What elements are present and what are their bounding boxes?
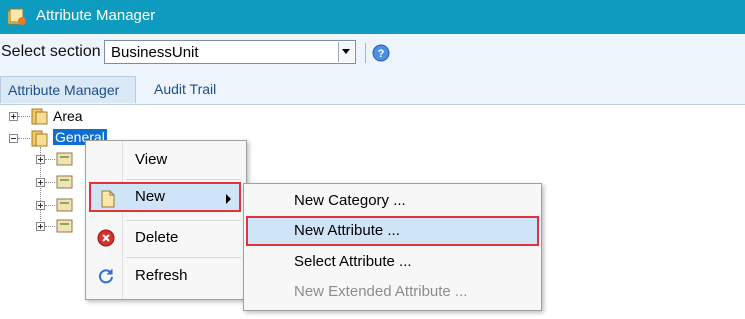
menu-item-label: New Extended Attribute ... [294, 283, 468, 300]
new-submenu: New Category ... New Attribute ... Selec… [243, 183, 542, 311]
menu-item-new-category[interactable]: New Category ... [246, 186, 539, 216]
tree-connector [45, 226, 55, 227]
context-menu: View New Delete Refresh [85, 140, 247, 300]
dropdown-arrow-icon[interactable] [338, 42, 354, 62]
category-icon [56, 174, 74, 190]
category-icon [56, 197, 74, 213]
expand-icon[interactable] [36, 222, 45, 231]
category-icon [56, 151, 74, 167]
tab-audit-trail[interactable]: Audit Trail [147, 76, 247, 103]
section-toolbar: Select section BusinessUnit ? [0, 34, 745, 73]
toolbar-separator [365, 43, 366, 63]
menu-item-new-attribute[interactable]: New Attribute ... [246, 216, 539, 246]
collapse-icon[interactable] [9, 134, 18, 143]
menu-divider [126, 179, 241, 180]
tree-connector [18, 116, 30, 117]
new-document-icon [99, 190, 117, 208]
tree-connector [45, 205, 55, 206]
menu-item-view[interactable]: View [89, 145, 241, 175]
title-bar: Attribute Manager [0, 0, 745, 34]
menu-item-select-attribute[interactable]: Select Attribute ... [246, 247, 539, 277]
menu-item-label: View [135, 151, 168, 168]
tab-label: Attribute Manager [8, 82, 120, 98]
expand-icon[interactable] [36, 178, 45, 187]
window-title: Attribute Manager [36, 7, 156, 24]
tab-label: Audit Trail [154, 81, 217, 97]
expand-icon[interactable] [36, 201, 45, 210]
help-icon[interactable]: ? [372, 44, 390, 62]
category-icon [56, 218, 74, 234]
tab-attribute-manager[interactable]: Attribute Manager [0, 76, 136, 103]
menu-item-label: Select Attribute ... [294, 253, 412, 270]
expand-icon[interactable] [36, 155, 45, 164]
tree-connector [45, 182, 55, 183]
menu-item-label: Refresh [135, 267, 188, 284]
svg-text:?: ? [378, 48, 385, 60]
menu-item-refresh[interactable]: Refresh [89, 261, 241, 291]
menu-item-new-extended-attribute: New Extended Attribute ... [246, 277, 539, 307]
menu-divider [126, 220, 241, 221]
delete-icon [97, 229, 115, 247]
menu-item-label: New [135, 188, 166, 205]
menu-item-label: Delete [135, 229, 179, 246]
menu-item-new[interactable]: New [89, 182, 241, 212]
tab-bar: Attribute Manager Audit Trail [0, 72, 745, 105]
menu-item-label: New Category ... [294, 192, 406, 209]
section-select-value: BusinessUnit [111, 44, 199, 61]
app-icon [7, 8, 27, 26]
folder-icon [31, 107, 49, 125]
submenu-arrow-icon [226, 194, 231, 204]
folder-open-icon [31, 129, 49, 147]
refresh-icon [97, 267, 115, 285]
expand-icon[interactable] [9, 112, 18, 121]
section-select[interactable]: BusinessUnit [104, 40, 356, 64]
menu-item-label: New Attribute ... [294, 222, 400, 239]
section-label: Select section [1, 43, 101, 60]
tree-connector [18, 138, 30, 139]
menu-item-delete[interactable]: Delete [89, 223, 241, 253]
tree-node-area[interactable]: Area [53, 108, 83, 124]
tree-connector [45, 159, 55, 160]
menu-divider [126, 257, 241, 258]
